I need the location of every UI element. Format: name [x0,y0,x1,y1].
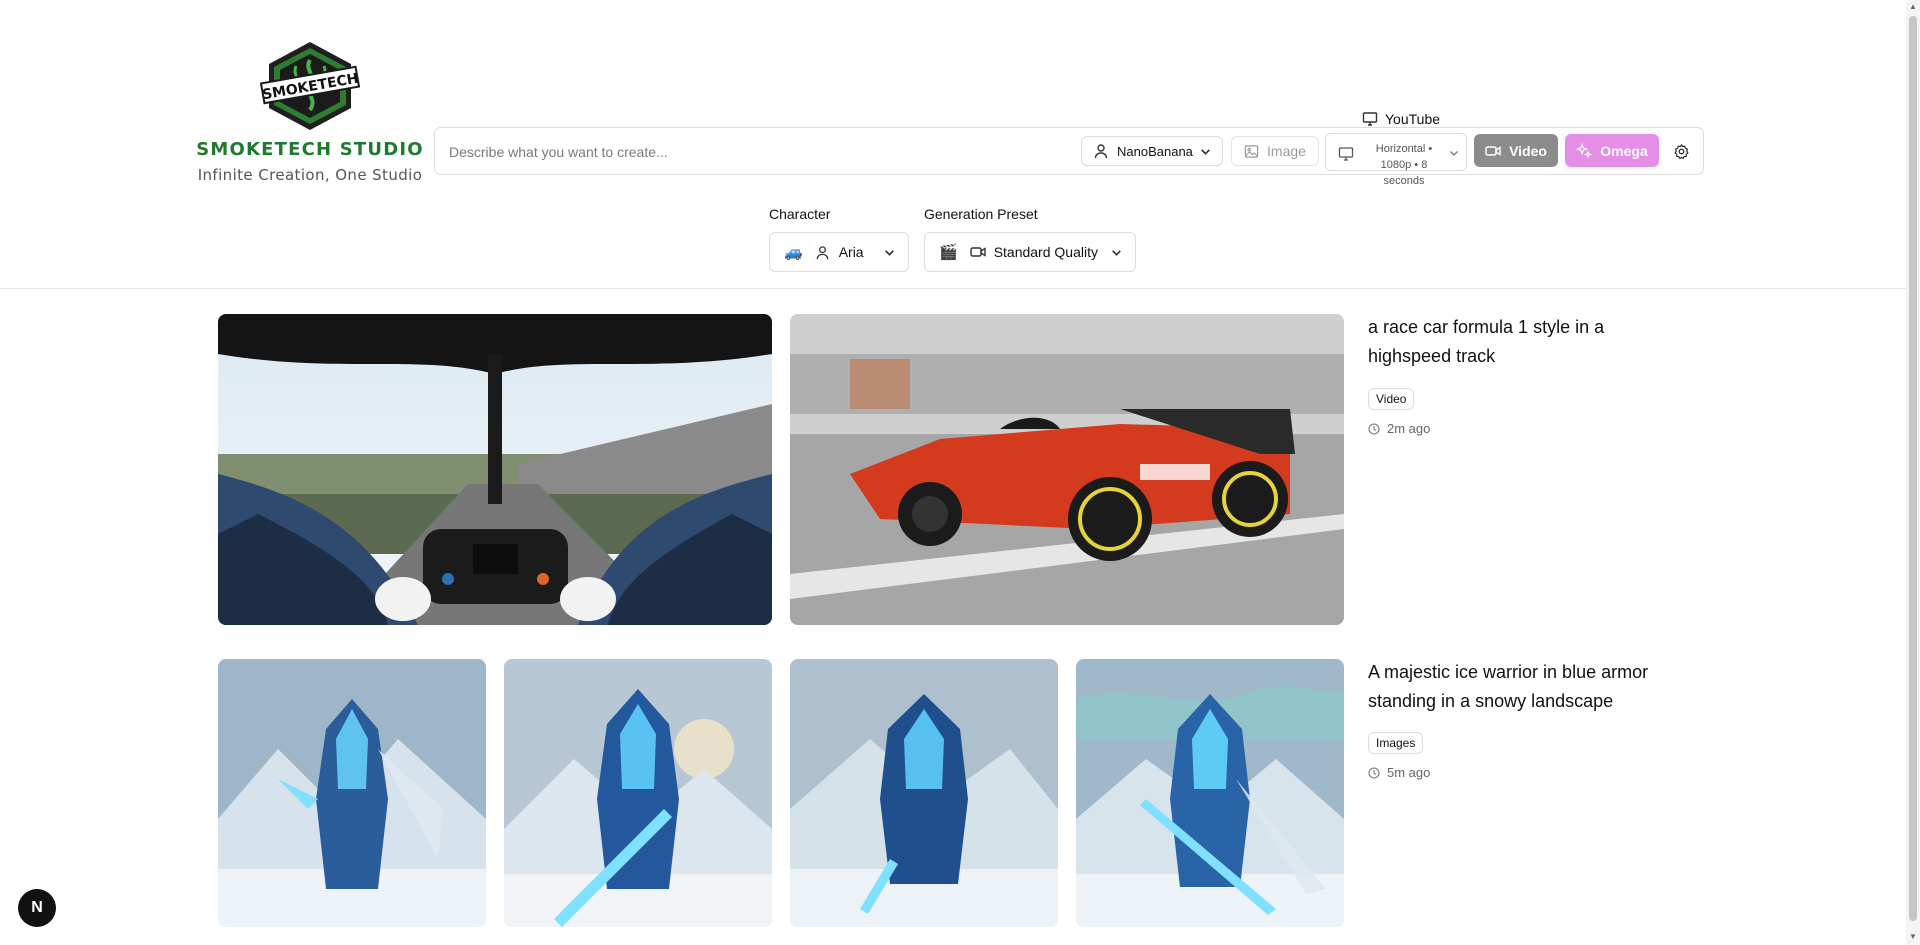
image-thumbnail-ice-warrior-2[interactable] [504,659,772,927]
prompt-bar: NanoBanana Image Horizontal • 1080p • 8 … [434,127,1704,187]
video-thumbnail-race-car[interactable] [790,314,1344,625]
generation-time-text: 2m ago [1387,421,1431,436]
studio-tagline: Infinite Creation, One Studio [197,166,423,184]
image-mode-button[interactable]: Image [1231,136,1319,166]
platform-label: YouTube [1362,111,1440,127]
generation-type-badge: Video [1368,388,1415,410]
monitor-icon [1338,147,1354,161]
video-camera-icon [1485,145,1501,156]
monitor-icon [1362,112,1378,126]
page-scrollbar[interactable]: ▲ ▼ [1906,0,1920,945]
image-thumbnail-ice-warrior-1[interactable] [218,659,486,927]
format-select-label: Horizontal • 1080p • 8 seconds [1375,143,1433,187]
clock-icon [1368,422,1380,435]
image-thumbnail-ice-warrior-4[interactable] [1076,659,1344,927]
omega-button[interactable]: Omega [1565,134,1659,167]
scrollbar-thumb[interactable] [1909,16,1917,921]
scroll-down-icon[interactable]: ▼ [1908,932,1918,942]
video-mode-button[interactable]: Video [1474,134,1558,167]
video-camera-icon [969,247,986,257]
character-select[interactable]: 🚙 Aria [769,232,909,272]
app-header: SMOKETECH SMOKETECH STUDIO Infinite Crea… [0,0,1906,289]
preset-label: Generation Preset [924,206,1038,222]
omega-label: Omega [1600,142,1648,159]
image-mode-label: Image [1267,143,1306,159]
dev-tools-badge[interactable]: N [18,889,56,927]
scroll-up-icon[interactable]: ▲ [1908,2,1918,12]
image-icon [1244,144,1259,158]
character-value: Aria [838,244,864,260]
model-select[interactable]: NanoBanana [1081,136,1223,166]
user-icon [1094,144,1108,159]
settings-button[interactable] [1667,137,1695,165]
chevron-down-icon [1201,149,1210,155]
generation-prompt: A majestic ice warrior in blue armor sta… [1368,662,1649,711]
video-mode-label: Video [1509,142,1547,159]
chevron-down-icon [1112,250,1121,256]
video-thumbnail-cockpit[interactable] [218,314,772,625]
smoketech-logo: SMOKETECH [259,40,361,132]
generation-prompt: a race car formula 1 style in a highspee… [1368,317,1605,366]
model-select-label: NanoBanana [1117,143,1193,159]
platform-name: YouTube [1385,111,1441,127]
generation-time: 2m ago [1368,421,1430,436]
clock-icon [1368,766,1380,779]
generation-type-badge: Images [1368,732,1424,754]
generation-time-text: 5m ago [1387,765,1431,780]
format-select[interactable]: Horizontal • 1080p • 8 seconds [1325,133,1467,187]
preset-emoji: 🎬 [939,244,958,261]
preset-value: Standard Quality [993,244,1098,260]
chevron-down-icon [1450,151,1458,156]
prompt-input[interactable] [447,128,1071,176]
image-thumbnail-ice-warrior-3[interactable] [790,659,1058,927]
gear-icon [1674,143,1688,159]
sparkles-icon [1576,142,1593,159]
chevron-down-icon [885,250,894,256]
character-emoji: 🚙 [784,244,803,261]
user-icon [816,245,828,259]
preset-select[interactable]: 🎬 Standard Quality [924,232,1136,272]
studio-name: SMOKETECH STUDIO [196,139,424,160]
character-label: Character [769,206,831,222]
generation-time: 5m ago [1368,765,1430,780]
